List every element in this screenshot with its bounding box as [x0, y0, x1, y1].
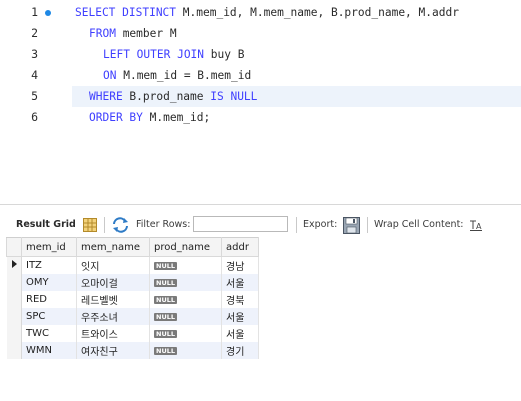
line-number: 2: [31, 26, 38, 40]
cell-addr[interactable]: 서울: [221, 274, 259, 291]
table-row[interactable]: TWC 트와이스 NULL 서울: [6, 325, 259, 342]
cell-prod-name[interactable]: NULL: [149, 325, 222, 342]
sql-keyword: FROM: [89, 27, 116, 40]
cell-mem-id[interactable]: ITZ: [21, 256, 77, 274]
toolbar-separator: [296, 217, 297, 233]
editor-line-6: 6 ORDER BY M.mem_id;: [0, 107, 521, 128]
panel-divider[interactable]: [0, 204, 521, 205]
cell-mem-name[interactable]: 트와이스: [76, 325, 150, 342]
code-text: ON M.mem_id = B.mem_id: [103, 65, 251, 86]
wrap-cell-content-label: Wrap Cell Content:: [374, 219, 464, 230]
cell-mem-name[interactable]: 레드벨벳: [76, 291, 150, 308]
row-marker[interactable]: [6, 256, 22, 274]
column-header-mem-name[interactable]: mem_name: [76, 237, 150, 257]
sql-text: member M: [115, 27, 177, 40]
export-save-icon[interactable]: [343, 217, 360, 237]
line-number: 6: [31, 110, 38, 124]
cell-addr[interactable]: 경기: [221, 342, 259, 359]
column-header-mem-id[interactable]: mem_id: [21, 237, 77, 257]
sql-text: M.mem_id, M.mem_name, B.prod_name, M.add…: [176, 6, 459, 19]
toolbar-separator: [367, 217, 368, 233]
cell-prod-name[interactable]: NULL: [149, 291, 222, 308]
cell-mem-id[interactable]: RED: [21, 291, 77, 308]
code-text: ORDER BY M.mem_id;: [89, 107, 210, 128]
current-row-arrow-icon: [11, 260, 17, 268]
cell-mem-name[interactable]: 우주소녀: [76, 308, 150, 325]
sql-keyword: IS NULL: [210, 90, 258, 103]
sql-keyword: SELECT DISTINCT: [75, 6, 177, 19]
cell-mem-name[interactable]: 여자친구: [76, 342, 150, 359]
svg-text:A: A: [476, 222, 482, 231]
sql-keyword: LEFT OUTER JOIN: [103, 48, 205, 61]
table-row[interactable]: WMN 여자친구 NULL 경기: [6, 342, 259, 359]
column-header-prod-name[interactable]: prod_name: [149, 237, 222, 257]
row-marker[interactable]: [6, 325, 22, 342]
code-text: FROM member M: [89, 23, 177, 44]
filter-rows-label: Filter Rows:: [136, 219, 191, 230]
cell-mem-name[interactable]: 오마이걸: [76, 274, 150, 291]
cell-mem-id[interactable]: WMN: [21, 342, 77, 359]
export-label: Export:: [303, 219, 338, 230]
null-badge: NULL: [154, 262, 178, 270]
cell-addr[interactable]: 서울: [221, 325, 259, 342]
row-header-corner: [6, 237, 22, 257]
sql-text: B.prod_name: [122, 90, 211, 103]
null-badge: NULL: [154, 279, 178, 287]
editor-line-3: 3 LEFT OUTER JOIN buy B: [0, 44, 521, 65]
wrap-text-icon[interactable]: A: [470, 220, 482, 234]
sql-text: buy B: [204, 48, 245, 61]
cell-mem-name[interactable]: 잇지: [76, 256, 150, 274]
result-toolbar: Result Grid Filter Rows: Export: Wrap Ce…: [0, 212, 521, 238]
code-text: WHERE B.prod_name IS NULL: [89, 86, 257, 107]
cell-prod-name[interactable]: NULL: [149, 308, 222, 325]
toolbar-separator: [104, 217, 105, 233]
null-badge: NULL: [154, 330, 178, 338]
cell-addr[interactable]: 서울: [221, 308, 259, 325]
code-text: SELECT DISTINCT M.mem_id, M.mem_name, B.…: [75, 2, 459, 23]
cell-addr[interactable]: 경남: [221, 256, 259, 274]
null-badge: NULL: [154, 347, 178, 355]
editor-line-5: 5 WHERE B.prod_name IS NULL: [0, 86, 521, 107]
sql-editor[interactable]: 1 SELECT DISTINCT M.mem_id, M.mem_name, …: [0, 0, 521, 190]
result-grid[interactable]: mem_id mem_name prod_name addr ITZ 잇지 NU…: [6, 237, 259, 359]
result-grid-tab[interactable]: Result Grid: [16, 212, 76, 238]
table-row[interactable]: RED 레드벨벳 NULL 경북: [6, 291, 259, 308]
sql-keyword: ON: [103, 69, 117, 82]
line-number: 3: [31, 47, 38, 61]
cell-addr[interactable]: 경북: [221, 291, 259, 308]
code-text: LEFT OUTER JOIN buy B: [103, 44, 244, 65]
line-number: 5: [31, 89, 38, 103]
editor-line-2: 2 FROM member M: [0, 23, 521, 44]
sql-keyword: WHERE: [89, 90, 123, 103]
cell-prod-name[interactable]: NULL: [149, 342, 222, 359]
null-badge: NULL: [154, 296, 178, 304]
sql-keyword: ORDER BY: [89, 111, 143, 124]
statement-marker-icon[interactable]: [45, 10, 51, 16]
cell-mem-id[interactable]: TWC: [21, 325, 77, 342]
line-number: 1: [31, 5, 38, 19]
grid-layout-icon[interactable]: [83, 218, 97, 235]
table-row[interactable]: OMY 오마이걸 NULL 서울: [6, 274, 259, 291]
sql-text: M.mem_id;: [142, 111, 211, 124]
null-badge: NULL: [154, 313, 178, 321]
cell-mem-id[interactable]: SPC: [21, 308, 77, 325]
table-row[interactable]: SPC 우주소녀 NULL 서울: [6, 308, 259, 325]
header-row: mem_id mem_name prod_name addr: [6, 237, 259, 257]
row-marker[interactable]: [6, 342, 22, 359]
cell-mem-id[interactable]: OMY: [21, 274, 77, 291]
editor-line-4: 4 ON M.mem_id = B.mem_id: [0, 65, 521, 86]
table-row[interactable]: ITZ 잇지 NULL 경남: [6, 256, 259, 274]
cell-prod-name[interactable]: NULL: [149, 274, 222, 291]
cell-prod-name[interactable]: NULL: [149, 256, 222, 274]
refresh-arrows-icon[interactable]: [112, 217, 129, 236]
row-marker[interactable]: [6, 291, 22, 308]
row-marker[interactable]: [6, 274, 22, 291]
row-marker[interactable]: [6, 308, 22, 325]
editor-line-1: 1 SELECT DISTINCT M.mem_id, M.mem_name, …: [0, 2, 521, 23]
filter-rows-input[interactable]: [193, 216, 288, 232]
line-number: 4: [31, 68, 38, 82]
column-header-addr[interactable]: addr: [221, 237, 259, 257]
sql-text: M.mem_id = B.mem_id: [116, 69, 252, 82]
